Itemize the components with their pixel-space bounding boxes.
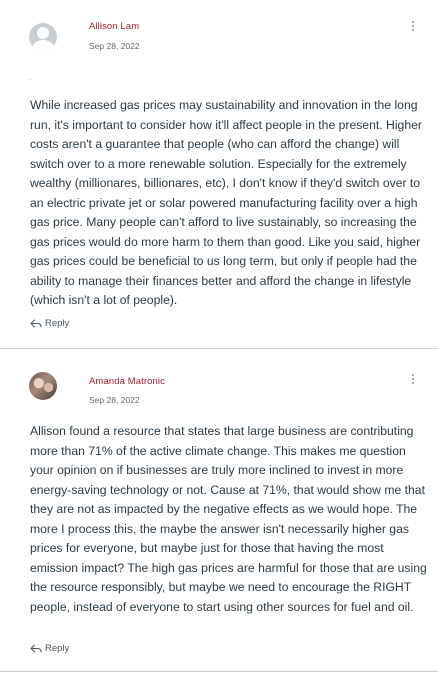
author-name[interactable]: Amanda Matronic	[89, 376, 165, 387]
avatar[interactable]	[29, 372, 57, 400]
post-date: Sep 28, 2022	[89, 41, 140, 51]
discussion-entry: Allison Lam Sep 28, 2022 While increased…	[0, 0, 438, 348]
reply-label: Reply	[45, 643, 70, 654]
avatar[interactable]	[29, 23, 57, 51]
reply-label: Reply	[45, 318, 70, 329]
reply-arrow-icon	[30, 644, 42, 653]
reply-button[interactable]: Reply	[30, 318, 69, 329]
discussion-thread: Allison Lam Sep 28, 2022 While increased…	[0, 0, 438, 676]
reply-button[interactable]: Reply	[30, 643, 69, 654]
kebab-menu-icon[interactable]	[410, 374, 416, 388]
post-body: Allison found a resource that states tha…	[30, 424, 427, 614]
discussion-entry: Amanda Matronic Sep 28, 2022 Allison fou…	[0, 349, 438, 672]
avatar-head	[37, 27, 49, 39]
avatar-body	[32, 40, 54, 51]
separator-dot	[30, 79, 31, 80]
entry-divider	[0, 671, 438, 672]
reply-arrow-icon	[30, 319, 42, 328]
post-body: While increased gas prices may sustainab…	[30, 98, 422, 307]
author-name[interactable]: Allison Lam	[89, 21, 139, 32]
post-date: Sep 28, 2022	[89, 395, 140, 405]
kebab-menu-icon[interactable]	[410, 21, 416, 35]
